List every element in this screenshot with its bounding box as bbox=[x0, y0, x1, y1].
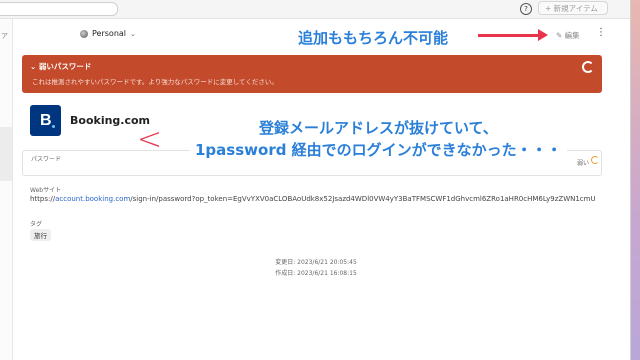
annotation-top: 追加ももちろん不可能 bbox=[292, 25, 455, 50]
logo-letter: B bbox=[40, 112, 52, 129]
progress-icon bbox=[582, 61, 594, 73]
sidebar-fragment-label: ア bbox=[1, 32, 8, 40]
password-label: パスワード bbox=[31, 156, 62, 163]
created-date: 作成日: 2023/6/21 16:08:15 bbox=[275, 270, 357, 277]
more-options-icon[interactable]: ⋮ bbox=[596, 28, 606, 38]
top-toolbar: ? + 新規アイテム bbox=[0, 0, 630, 19]
app-window: ? + 新規アイテム ア Personal ⌄ ✎ 編集 ⋮ ⌄ 弱いパスワード… bbox=[0, 0, 631, 360]
red-arrow-shaft bbox=[478, 34, 540, 37]
vault-name: Personal bbox=[92, 29, 127, 38]
weak-password-banner: ⌄ 弱いパスワード これは推測されやすいパスワードです。より強力なパスワードに変… bbox=[22, 55, 602, 93]
help-icon[interactable]: ? bbox=[520, 3, 532, 15]
annotation-line-2: 1password 経由でのログインができなかった・・・ bbox=[190, 138, 567, 161]
booking-logo: B bbox=[30, 105, 61, 136]
desktop-background bbox=[630, 0, 640, 360]
banner-description: これは推測されやすいパスワードです。より強力なパスワードに変更してください。 bbox=[32, 78, 278, 86]
new-item-button[interactable]: + 新規アイテム bbox=[538, 1, 608, 15]
vault-icon bbox=[80, 29, 88, 38]
url-prefix: https:// bbox=[30, 195, 56, 203]
url-path: /sign-in/password?op_token=EgVvYXV0aCLOB… bbox=[130, 195, 595, 203]
vault-selector[interactable]: Personal ⌄ bbox=[80, 29, 136, 38]
strength-ring-icon bbox=[591, 156, 599, 164]
website-label: Webサイト bbox=[30, 187, 62, 194]
website-url[interactable]: https://account.booking.com/sign-in/pass… bbox=[30, 195, 595, 203]
url-domain[interactable]: account.booking.com bbox=[55, 195, 130, 203]
red-bracket-annotation: < bbox=[137, 122, 163, 157]
red-arrow-head bbox=[538, 29, 548, 41]
modified-date: 変更日: 2023/6/21 20:05:45 bbox=[275, 259, 357, 266]
tags-label: タグ bbox=[30, 221, 43, 228]
annotation-line-1: 登録メールアドレスが抜けていて、 bbox=[254, 116, 503, 139]
edit-button[interactable]: ✎ 編集 bbox=[556, 30, 580, 41]
password-strength: 弱い bbox=[576, 160, 589, 167]
tag-chip[interactable]: 旅行 bbox=[30, 229, 51, 241]
chevron-down-icon: ⌄ bbox=[130, 29, 136, 38]
search-field[interactable] bbox=[0, 2, 118, 16]
sidebar-edge: ア bbox=[0, 19, 13, 360]
logo-dot bbox=[52, 125, 55, 128]
sidebar-selected-item[interactable] bbox=[0, 127, 12, 181]
banner-title[interactable]: ⌄ 弱いパスワード bbox=[30, 61, 91, 72]
